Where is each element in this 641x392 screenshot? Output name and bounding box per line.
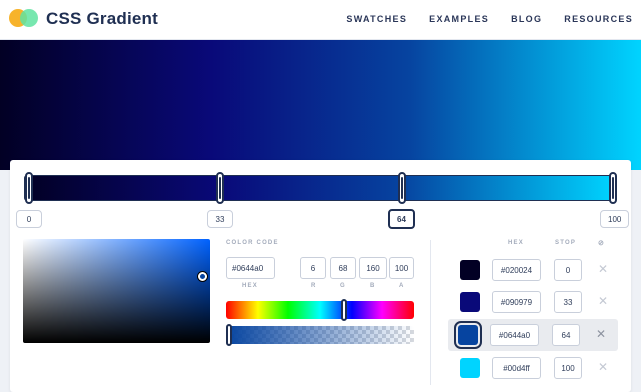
stop-row-selected[interactable]: #0644a0 64 ✕ [448,319,618,351]
delete-stop-icon[interactable]: ✕ [598,294,608,308]
stop-handle-64[interactable] [398,172,406,204]
nav-blog[interactable]: BLOG [511,14,542,24]
stop-row[interactable]: #00d4ff 100 ✕ [450,352,618,384]
stop-position-pill[interactable]: 33 [207,210,233,228]
green-input[interactable]: 68 [330,257,356,279]
stops-stop-header: STOP [555,240,577,246]
delete-stop-icon[interactable]: ✕ [596,327,606,341]
a-label: A [399,283,405,289]
saturation-value-cursor[interactable] [197,272,207,282]
hex-label: HEX [242,283,258,289]
hue-slider[interactable] [226,299,414,321]
stop-hex-input[interactable]: #090979 [492,291,541,313]
stop-position-pill-selected[interactable]: 64 [388,209,415,229]
stop-row[interactable]: #020024 0 ✕ [450,254,618,286]
alpha-input[interactable]: 100 [389,257,414,279]
red-input[interactable]: 6 [300,257,326,279]
main-nav: SWATCHES EXAMPLES BLOG RESOURCES [346,14,633,24]
stop-row[interactable]: #090979 33 ✕ [450,286,618,318]
nav-resources[interactable]: RESOURCES [564,14,633,24]
stop-hex-input[interactable]: #00d4ff [492,357,541,379]
stop-hex-input[interactable]: #0644a0 [490,324,539,346]
b-label: B [370,283,376,289]
g-label: G [340,283,346,289]
stop-color-swatch[interactable] [460,292,480,312]
top-header: CSS Gradient SWATCHES EXAMPLES BLOG RESO… [0,0,641,40]
gradient-slider-bar[interactable] [24,175,616,201]
stops-delete-header: ⊘ [598,240,606,247]
stop-handle-33[interactable] [216,172,224,204]
blue-input[interactable]: 160 [359,257,387,279]
saturation-value-picker[interactable] [23,239,210,343]
stop-color-swatch[interactable] [454,321,482,349]
stop-position-input[interactable]: 0 [554,259,582,281]
delete-stop-icon[interactable]: ✕ [598,360,608,374]
hue-slider-handle[interactable] [341,299,348,321]
nav-swatches[interactable]: SWATCHES [346,14,407,24]
stop-color-swatch[interactable] [460,358,480,378]
hex-input[interactable]: #0644a0 [226,257,275,279]
r-label: R [311,283,317,289]
stop-position-input[interactable]: 64 [552,324,580,346]
color-code-label: COLOR CODE [226,240,279,246]
stop-position-input[interactable]: 100 [554,357,582,379]
alpha-slider[interactable] [226,324,414,346]
nav-examples[interactable]: EXAMPLES [429,14,489,24]
section-divider [430,240,431,385]
stop-position-pill[interactable]: 0 [16,210,42,228]
stop-color-swatch[interactable] [460,260,480,280]
gradient-preview [0,40,641,170]
stop-handle-0[interactable] [25,172,33,204]
stop-position-pill[interactable]: 100 [600,210,630,228]
stop-handle-100[interactable] [609,172,617,204]
logo-icon[interactable] [8,8,40,28]
brand-name[interactable]: CSS Gradient [46,9,158,29]
gradient-editor-panel: 0 33 64 100 COLOR CODE #0644a0 6 68 160 … [10,160,631,392]
delete-stop-icon[interactable]: ✕ [598,262,608,276]
stop-position-input[interactable]: 33 [554,291,582,313]
stops-hex-header: HEX [508,240,524,246]
alpha-slider-handle[interactable] [226,324,232,346]
stop-hex-input[interactable]: #020024 [492,259,541,281]
